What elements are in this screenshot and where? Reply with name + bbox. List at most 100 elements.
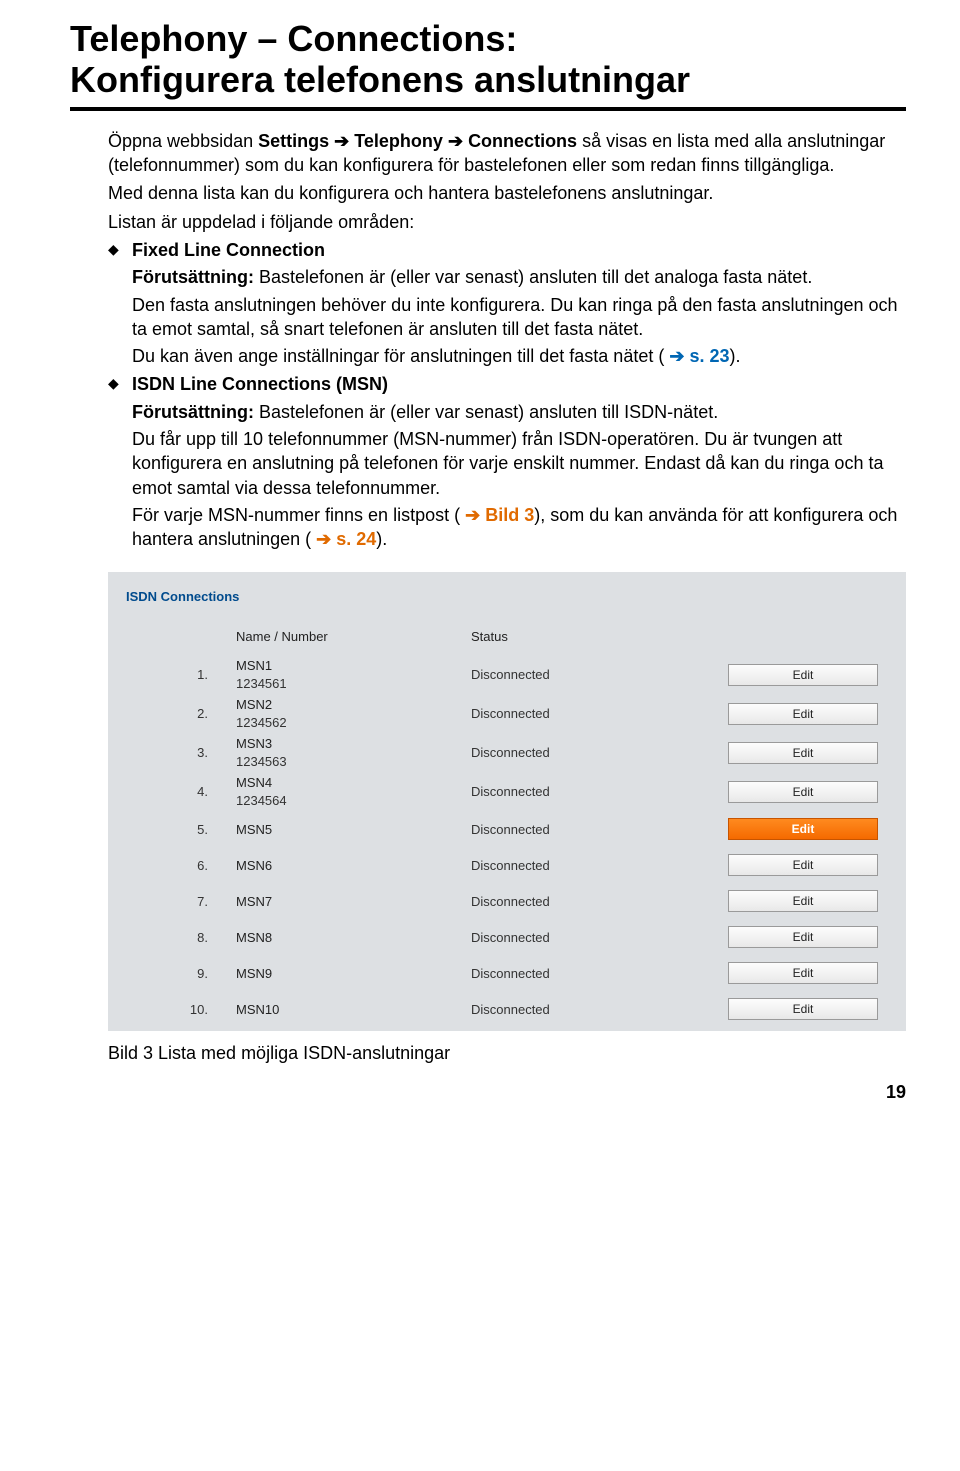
msn-name: MSN8: [236, 929, 471, 947]
edit-button[interactable]: Edit: [728, 890, 878, 912]
figure-ref[interactable]: Bild 3: [485, 505, 534, 525]
precondition-text: Bastelefonen är (eller var senast) anslu…: [254, 402, 718, 422]
row-index: 10.: [126, 1001, 236, 1019]
row-action: Edit: [728, 781, 888, 803]
heading-line-1: Telephony – Connections:: [70, 18, 517, 59]
row-status: Disconnected: [471, 744, 728, 762]
row-name: MSN6: [236, 857, 471, 875]
panel-title: ISDN Connections: [126, 588, 888, 606]
precondition-text: Bastelefonen är (eller var senast) anslu…: [254, 267, 812, 287]
bullet-isdn: ISDN Line Connections (MSN) Förutsättnin…: [108, 372, 906, 551]
table-row: 5.MSN5DisconnectedEdit: [126, 811, 888, 847]
msn-name: MSN4: [236, 774, 471, 792]
msn-name: MSN7: [236, 893, 471, 911]
msn-name: MSN2: [236, 696, 471, 714]
table-row: 9.MSN9DisconnectedEdit: [126, 955, 888, 991]
msn-name: MSN9: [236, 965, 471, 983]
row-index: 8.: [126, 929, 236, 947]
row-index: 3.: [126, 744, 236, 762]
figure-caption: Bild 3 Lista med möjliga ISDN-anslutning…: [108, 1041, 906, 1065]
path-connections: Connections: [468, 131, 577, 151]
edit-button[interactable]: Edit: [728, 998, 878, 1020]
edit-button[interactable]: Edit: [728, 962, 878, 984]
bullet-precondition: Förutsättning: Bastelefonen är (eller va…: [132, 400, 906, 424]
page-title: Telephony – Connections: Konfigurera tel…: [70, 18, 906, 101]
table-row: 1.MSN11234561DisconnectedEdit: [126, 655, 888, 694]
table-header-row: Name / Number Status: [126, 619, 888, 655]
table-row: 8.MSN8DisconnectedEdit: [126, 919, 888, 955]
edit-button[interactable]: Edit: [728, 818, 878, 840]
edit-button[interactable]: Edit: [728, 703, 878, 725]
row-index: 1.: [126, 666, 236, 684]
text-fragment: För varje MSN-nummer finns en listpost (: [132, 505, 465, 525]
table-row: 10.MSN10DisconnectedEdit: [126, 991, 888, 1027]
bullet-fixed-line: Fixed Line Connection Förutsättning: Bas…: [108, 238, 906, 368]
intro-text: Öppna webbsidan: [108, 131, 258, 151]
bullet-body: Den fasta anslutningen behöver du inte k…: [132, 293, 906, 342]
row-status: Disconnected: [471, 705, 728, 723]
intro-p3: Listan är uppdelad i följande områden:: [108, 210, 906, 234]
row-action: Edit: [728, 998, 888, 1020]
heading-line-2: Konfigurera telefonens anslutningar: [70, 59, 690, 100]
msn-number: 1234561: [236, 675, 471, 693]
bullet-ref-line: För varje MSN-nummer finns en listpost (…: [132, 503, 906, 552]
row-name: MSN9: [236, 965, 471, 983]
edit-button[interactable]: Edit: [728, 854, 878, 876]
row-status: Disconnected: [471, 783, 728, 801]
table-row: 7.MSN7DisconnectedEdit: [126, 883, 888, 919]
page-ref[interactable]: s. 24: [336, 529, 376, 549]
row-name: MSN7: [236, 893, 471, 911]
row-action: Edit: [728, 664, 888, 686]
row-index: 6.: [126, 857, 236, 875]
row-status: Disconnected: [471, 893, 728, 911]
row-action: Edit: [728, 742, 888, 764]
msn-name: MSN3: [236, 735, 471, 753]
row-action: Edit: [728, 962, 888, 984]
row-index: 7.: [126, 893, 236, 911]
table-row: 2.MSN21234562DisconnectedEdit: [126, 694, 888, 733]
edit-button[interactable]: Edit: [728, 742, 878, 764]
arrow-icon: ➔: [316, 529, 331, 549]
msn-number: 1234563: [236, 753, 471, 771]
msn-name: MSN1: [236, 657, 471, 675]
msn-name: MSN5: [236, 821, 471, 839]
row-status: Disconnected: [471, 965, 728, 983]
text-fragment: ).: [730, 346, 741, 366]
row-action: Edit: [728, 890, 888, 912]
row-status: Disconnected: [471, 821, 728, 839]
precondition-label: Förutsättning:: [132, 402, 254, 422]
row-index: 2.: [126, 705, 236, 723]
intro-p2: Med denna lista kan du konfigurera och h…: [108, 181, 906, 205]
page-number: 19: [70, 1080, 906, 1104]
msn-name: MSN10: [236, 1001, 471, 1019]
bullet-title: Fixed Line Connection: [132, 238, 906, 262]
msn-name: MSN6: [236, 857, 471, 875]
row-index: 4.: [126, 783, 236, 801]
arrow-icon: ➔: [465, 505, 480, 525]
arrow-icon: ➔: [669, 346, 684, 366]
arrow-icon: ➔: [448, 131, 463, 151]
col-status-header: Status: [471, 628, 728, 646]
row-index: 5.: [126, 821, 236, 839]
row-status: Disconnected: [471, 857, 728, 875]
edit-button[interactable]: Edit: [728, 926, 878, 948]
precondition-label: Förutsättning:: [132, 267, 254, 287]
edit-button[interactable]: Edit: [728, 664, 878, 686]
col-name-header: Name / Number: [236, 628, 471, 646]
bullet-ref-line: Du kan även ange inställningar för anslu…: [132, 344, 906, 368]
row-status: Disconnected: [471, 929, 728, 947]
row-name: MSN21234562: [236, 696, 471, 731]
row-name: MSN31234563: [236, 735, 471, 770]
row-action: Edit: [728, 926, 888, 948]
title-rule: [70, 107, 906, 111]
bullet-precondition: Förutsättning: Bastelefonen är (eller va…: [132, 265, 906, 289]
table-row: 6.MSN6DisconnectedEdit: [126, 847, 888, 883]
arrow-icon: ➔: [334, 131, 349, 151]
edit-button[interactable]: Edit: [728, 781, 878, 803]
row-action: Edit: [728, 854, 888, 876]
path-settings: Settings: [258, 131, 329, 151]
row-name: MSN5: [236, 821, 471, 839]
msn-number: 1234564: [236, 792, 471, 810]
page-ref[interactable]: s. 23: [689, 346, 729, 366]
bullet-body: Du får upp till 10 telefonnummer (MSN-nu…: [132, 427, 906, 500]
